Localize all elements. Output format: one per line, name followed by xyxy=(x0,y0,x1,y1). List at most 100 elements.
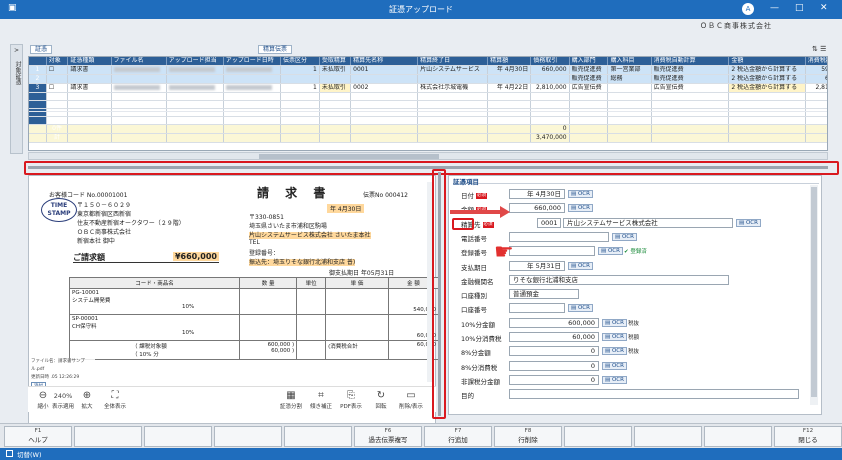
grid-col-header[interactable] xyxy=(29,57,47,66)
vendor-code-field[interactable]: 0001 xyxy=(537,217,561,228)
table-cell xyxy=(111,65,167,75)
acct-no-field[interactable] xyxy=(509,303,565,314)
fkey-f8[interactable]: F8 行削除 xyxy=(494,426,562,447)
tax8-tax-field[interactable]: 0 xyxy=(509,360,599,371)
fkey-f7[interactable]: F7 行追加 xyxy=(424,426,492,447)
maximize-button[interactable]: □ xyxy=(795,3,804,13)
table-cell: 未払取引 xyxy=(319,65,352,75)
ai-icon[interactable]: A xyxy=(742,3,754,15)
doc-date: 年 4月30日 xyxy=(327,204,365,213)
tax8-amount-field[interactable]: 0 xyxy=(509,346,599,357)
grid-col-header[interactable]: 債務取引 xyxy=(530,57,570,66)
deskew-button[interactable]: ⌗ 傾き補正 xyxy=(308,390,334,410)
fkey-empty xyxy=(284,426,352,447)
close-button[interactable]: ✕ xyxy=(820,3,828,13)
table-cell xyxy=(530,74,570,84)
table-cell xyxy=(111,74,167,84)
reg-field[interactable] xyxy=(509,246,595,257)
tax10-amount-tag: 税抜 xyxy=(628,320,640,327)
tax8-tax-label: 8%分消費税 xyxy=(461,363,498,372)
side-label: 対象証憑 xyxy=(14,61,21,85)
amount-ocr-button[interactable]: ▤ OCR xyxy=(568,204,593,213)
grid-col-header[interactable]: 受取精算 xyxy=(319,57,352,66)
delete-button[interactable]: ▭ 削除/表示 xyxy=(398,390,424,410)
company-name: ＯＢＣ商事株式会社 xyxy=(700,22,772,30)
grid-col-header[interactable]: 精算額 xyxy=(487,57,532,66)
grid-col-header[interactable]: 購入科目 xyxy=(607,57,652,66)
purpose-field[interactable] xyxy=(509,389,799,400)
grid-col-header[interactable]: アップロード日時 xyxy=(223,57,282,66)
doc-tel: TEL xyxy=(249,239,260,246)
switch-icon xyxy=(6,450,13,457)
doc-sender-name: 片山システムサービス株式会社 さいたま本社 xyxy=(249,232,371,239)
grid-col-header[interactable]: 精算先名称 xyxy=(350,57,419,66)
split-button[interactable]: ▦ 証憑分割 xyxy=(278,390,304,410)
empty-row xyxy=(29,92,827,101)
tel-ocr-button[interactable]: ▤ OCR xyxy=(612,232,637,241)
grid-col-header[interactable]: 金額 xyxy=(728,57,806,66)
empty-row xyxy=(29,116,827,125)
acct-type-field[interactable]: 普通預金 xyxy=(509,289,579,300)
grid-col-header[interactable]: ファイル名 xyxy=(111,57,167,66)
purpose-label: 目的 xyxy=(461,392,474,401)
paydate-ocr-button[interactable]: ▤ OCR xyxy=(568,261,593,270)
grid-col-header[interactable]: 消費税額 xyxy=(805,57,827,66)
reg-status: ✔ 登録済 xyxy=(624,249,647,256)
doc-col-header: 単位 xyxy=(296,277,327,289)
tel-field[interactable] xyxy=(509,231,609,242)
highlight-vendor-label xyxy=(452,218,474,230)
table-cell: 2,810,000 xyxy=(805,83,827,93)
grid-col-header[interactable]: 精算終了日 xyxy=(417,57,489,66)
acct-no-ocr-button[interactable]: ▤ OCR xyxy=(568,304,593,313)
side-panel-toggle[interactable]: > 対象証憑 xyxy=(10,44,23,154)
tax10-tax-field[interactable]: 60,000 xyxy=(509,332,599,342)
date-ocr-button[interactable]: ▤ OCR xyxy=(568,190,593,198)
paydate-field[interactable]: 年 5月31日 xyxy=(509,260,565,271)
tax8-amount-ocr-button[interactable]: ▤ OCR xyxy=(602,347,627,356)
vendor-field[interactable]: 片山システムサービス株式会社 xyxy=(563,217,733,228)
rotate-button[interactable]: ↻ 回転 xyxy=(368,390,394,410)
reg-ocr-button[interactable]: ▤ OCR xyxy=(598,247,623,256)
grid-col-header[interactable]: 消費税自動計算 xyxy=(651,57,730,66)
grid-col-header[interactable]: 伝票区分 xyxy=(280,57,320,66)
fkey-f6[interactable]: F6 過去伝票複写 xyxy=(354,426,422,447)
form-scrollbar[interactable] xyxy=(810,185,818,405)
grid-col-header[interactable]: 対象 xyxy=(46,57,69,66)
doc-sender-addr: 埼玉県さいたま市浦和区駒場 xyxy=(249,223,327,230)
doc-col-header: 単 価 xyxy=(325,277,389,289)
pdf-view-button[interactable]: ⎘ PDF表示 xyxy=(338,390,364,410)
table-cell: ☐ xyxy=(46,65,69,75)
zoom-in-button[interactable]: ⊕ 拡大 xyxy=(74,390,100,410)
minimize-button[interactable]: — xyxy=(770,3,779,13)
table-cell xyxy=(46,74,69,84)
tax10-amount-field[interactable]: 600,000 xyxy=(509,317,599,328)
grid-col-header[interactable]: 購入部門 xyxy=(569,57,609,66)
vendor-ocr-button[interactable]: ▤ OCR xyxy=(736,218,761,227)
tax8-tax-ocr-button[interactable]: ▤ OCR xyxy=(602,361,627,370)
table-row[interactable]: 3 ☐ 請求書 1 未払取引 0002 株式会社示城電機年 4月22日 2,810,000 広告… xyxy=(29,83,827,93)
table-cell: 0001 xyxy=(350,65,419,75)
fit-page-button[interactable]: ⛶ 全体表示 xyxy=(102,390,128,410)
fkey-f1[interactable]: F1 ヘルプ xyxy=(4,426,72,447)
amount-field[interactable]: 660,000 xyxy=(509,203,565,214)
fkey-f12[interactable]: F12 閉じる xyxy=(774,426,842,447)
switch-button[interactable]: 切替(W) xyxy=(17,449,42,459)
grid-col-header[interactable]: アップロード担当 xyxy=(166,57,224,66)
grid-scrollbar[interactable] xyxy=(28,152,828,160)
table-row[interactable]: 1 ☐ 請求書 1 未払取引 0001 片山システムサービス年 4月30日 660,000 販売… xyxy=(29,65,827,75)
required-badge: 必須 xyxy=(476,193,487,199)
required-badge: 必須 xyxy=(482,221,494,228)
vertical-splitter[interactable] xyxy=(438,172,441,416)
acct-type-label: 口座種別 xyxy=(461,292,487,301)
tax10-tax-ocr-button[interactable]: ▤ OCR xyxy=(602,333,627,341)
tax10-amount-ocr-button[interactable]: ▤ OCR xyxy=(602,318,627,327)
sort-icon[interactable]: ⇅ ☰ xyxy=(812,45,826,53)
empty-row xyxy=(29,100,827,109)
date-field[interactable]: 年 4月30日 xyxy=(509,189,565,199)
grid-col-header[interactable]: 証憑種類 xyxy=(67,57,112,66)
nontax-field[interactable]: 0 xyxy=(509,374,599,385)
table-row[interactable]: 2販売促進費総務販売促進費2 税込金額から計算する66,000 xyxy=(29,74,827,84)
nontax-ocr-button[interactable]: ▤ OCR xyxy=(602,375,627,384)
bank-field[interactable]: りそな銀行北浦和支店 xyxy=(509,274,729,285)
table-cell: 3 xyxy=(29,83,47,93)
